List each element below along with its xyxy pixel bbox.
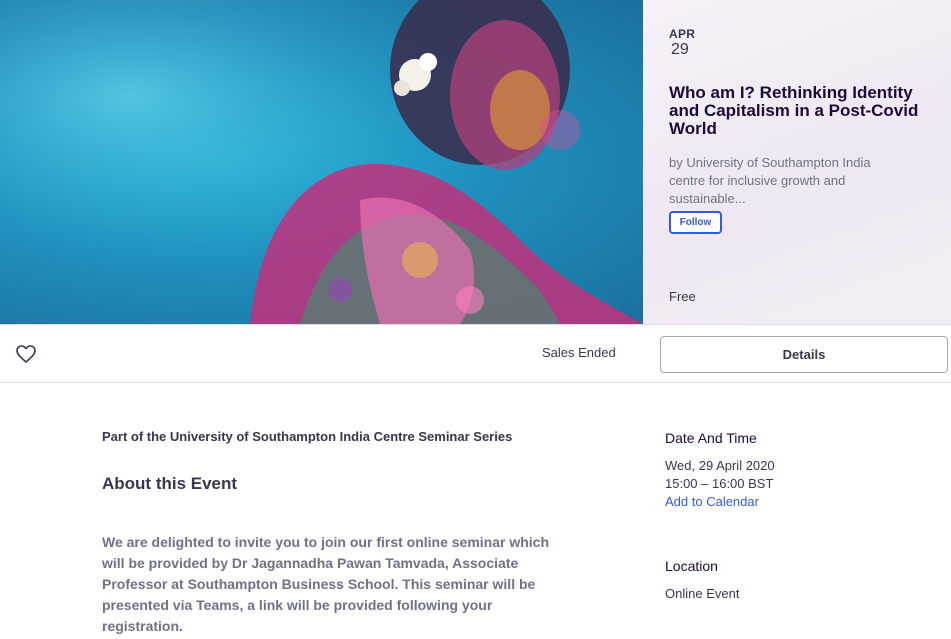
event-date-month: APR [669,27,696,41]
details-button[interactable]: Details [660,336,948,373]
heart-icon [16,345,36,363]
follow-button[interactable]: Follow [669,211,722,234]
ticket-price: Free [669,289,696,304]
organizer-name[interactable]: by University of Southampton India centr… [669,154,909,208]
event-description: We are delighted to invite you to join o… [102,534,550,634]
location-heading: Location [665,558,718,574]
sales-status: Sales Ended [542,345,616,360]
event-hero: APR 29 Who am I? Rethinking Identity and… [0,0,951,324]
event-date-day: 29 [671,41,689,58]
action-bar: Sales Ended Details [0,324,951,383]
event-location: Online Event [665,586,740,601]
about-heading: About this Event [102,474,238,493]
like-button[interactable] [15,344,37,364]
event-summary-panel: APR 29 Who am I? Rethinking Identity and… [643,0,951,324]
event-time: 15:00 – 16:00 BST [665,476,774,491]
series-label: Part of the University of Southampton In… [102,429,513,444]
event-title: Who am I? Rethinking Identity and Capita… [669,83,919,138]
event-photo-illustration [0,0,643,324]
date-time-heading: Date And Time [665,430,757,446]
add-to-calendar-link[interactable]: Add to Calendar [665,494,759,509]
event-date: Wed, 29 April 2020 [665,458,775,473]
event-image [0,0,643,324]
